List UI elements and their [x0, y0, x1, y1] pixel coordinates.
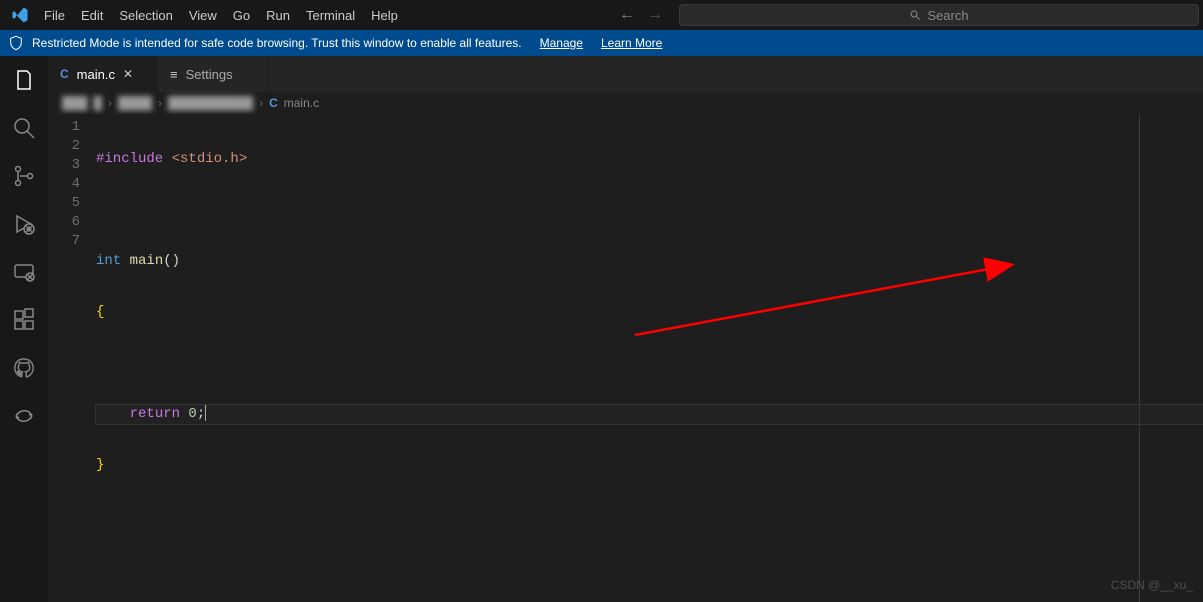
line-gutter: 123 456 7: [48, 114, 96, 602]
code-body[interactable]: #include <stdio.h> int main() { return 0…: [96, 114, 1203, 602]
learn-more-link[interactable]: Learn More: [601, 36, 662, 50]
menu-selection[interactable]: Selection: [111, 4, 180, 27]
editor-ruler: [1139, 114, 1140, 602]
command-center-search[interactable]: Search: [679, 4, 1199, 26]
menu-go[interactable]: Go: [225, 4, 258, 27]
c-file-icon: C: [269, 96, 278, 110]
activity-bar: [0, 56, 48, 602]
manage-link[interactable]: Manage: [540, 36, 583, 50]
restricted-mode-banner: Restricted Mode is intended for safe cod…: [0, 30, 1203, 56]
editor-area: C main.c ✕ ≡ Settings ███ █ › ████ › ███…: [48, 56, 1203, 602]
vscode-icon: [10, 5, 30, 25]
tab-label: main.c: [77, 67, 115, 82]
github-icon[interactable]: [12, 356, 36, 380]
shield-icon: [8, 35, 24, 51]
menu-bar: File Edit Selection View Go Run Terminal…: [36, 4, 406, 27]
breadcrumb-blur: █: [94, 96, 103, 110]
menu-file[interactable]: File: [36, 4, 73, 27]
editor-tabs: C main.c ✕ ≡ Settings: [48, 56, 1203, 92]
title-bar: File Edit Selection View Go Run Terminal…: [0, 0, 1203, 30]
menu-view[interactable]: View: [181, 4, 225, 27]
menu-help[interactable]: Help: [363, 4, 406, 27]
explorer-icon[interactable]: [12, 68, 36, 92]
nav-forward-button[interactable]: →: [641, 6, 669, 24]
breadcrumb-blur: ████: [118, 96, 152, 110]
menu-edit[interactable]: Edit: [73, 4, 111, 27]
settings-icon: ≡: [170, 67, 178, 82]
breadcrumb-file: main.c: [284, 96, 319, 110]
tab-settings[interactable]: ≡ Settings: [158, 56, 268, 92]
extensions-icon[interactable]: [12, 308, 36, 332]
watermark: CSDN @__xu_: [1111, 578, 1193, 592]
c-file-icon: C: [60, 67, 69, 81]
text-cursor: [205, 405, 206, 421]
close-icon[interactable]: ✕: [123, 67, 133, 81]
search-placeholder: Search: [927, 8, 968, 23]
restricted-msg: Restricted Mode is intended for safe cod…: [32, 36, 522, 50]
source-control-icon[interactable]: [12, 164, 36, 188]
tab-main-c[interactable]: C main.c ✕: [48, 56, 158, 92]
breadcrumb-blur: ██████████: [168, 96, 253, 110]
tab-label: Settings: [186, 67, 233, 82]
search-icon: [909, 9, 921, 21]
menu-run[interactable]: Run: [258, 4, 298, 27]
breadcrumb-blur: ███: [62, 96, 88, 110]
remote-explorer-icon[interactable]: [12, 260, 36, 284]
menu-terminal[interactable]: Terminal: [298, 4, 363, 27]
nav-back-button[interactable]: ←: [613, 6, 641, 24]
run-debug-icon[interactable]: [12, 212, 36, 236]
search-sidebar-icon[interactable]: [12, 116, 36, 140]
gitlens-icon[interactable]: [12, 404, 36, 428]
breadcrumb[interactable]: ███ █ › ████ › ██████████ › C main.c: [48, 92, 1203, 114]
code-editor[interactable]: 123 456 7 #include <stdio.h> int main() …: [48, 114, 1203, 602]
